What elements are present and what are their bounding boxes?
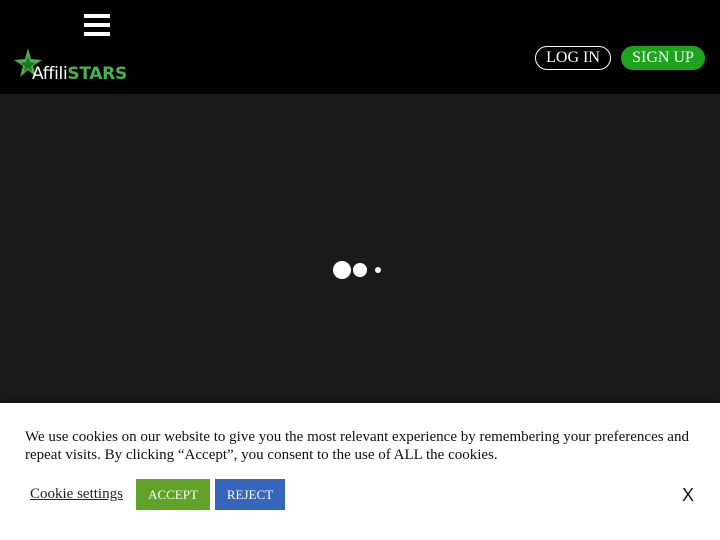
signup-button[interactable]: SIGN UP xyxy=(621,46,705,70)
loader-dot xyxy=(333,261,351,279)
logo-wordmark: AffiliSTARS xyxy=(32,64,127,84)
cookie-settings-link[interactable]: Cookie settings xyxy=(30,486,123,503)
loader-dot xyxy=(375,267,381,273)
accept-cookies-button[interactable]: ACCEPT xyxy=(136,479,210,510)
cookie-consent-banner: We use cookies on our website to give yo… xyxy=(0,403,720,540)
cookie-message: We use cookies on our website to give yo… xyxy=(25,429,689,463)
loader-dot xyxy=(353,263,367,277)
menu-line xyxy=(84,32,110,36)
logo-text-affili: Affili xyxy=(32,64,68,84)
menu-line xyxy=(84,14,110,18)
login-button[interactable]: LOG IN xyxy=(535,46,611,70)
menu-line xyxy=(84,23,110,27)
hamburger-menu-icon[interactable] xyxy=(84,14,110,36)
logo-text-stars: STARS xyxy=(67,64,127,84)
close-banner-button[interactable]: X xyxy=(682,485,694,506)
top-navigation-bar: AffiliSTARS LOG IN SIGN UP xyxy=(0,0,720,94)
main-content-area xyxy=(0,94,720,403)
affilistars-logo[interactable]: AffiliSTARS xyxy=(14,46,130,86)
reject-cookies-button[interactable]: REJECT xyxy=(215,479,285,510)
